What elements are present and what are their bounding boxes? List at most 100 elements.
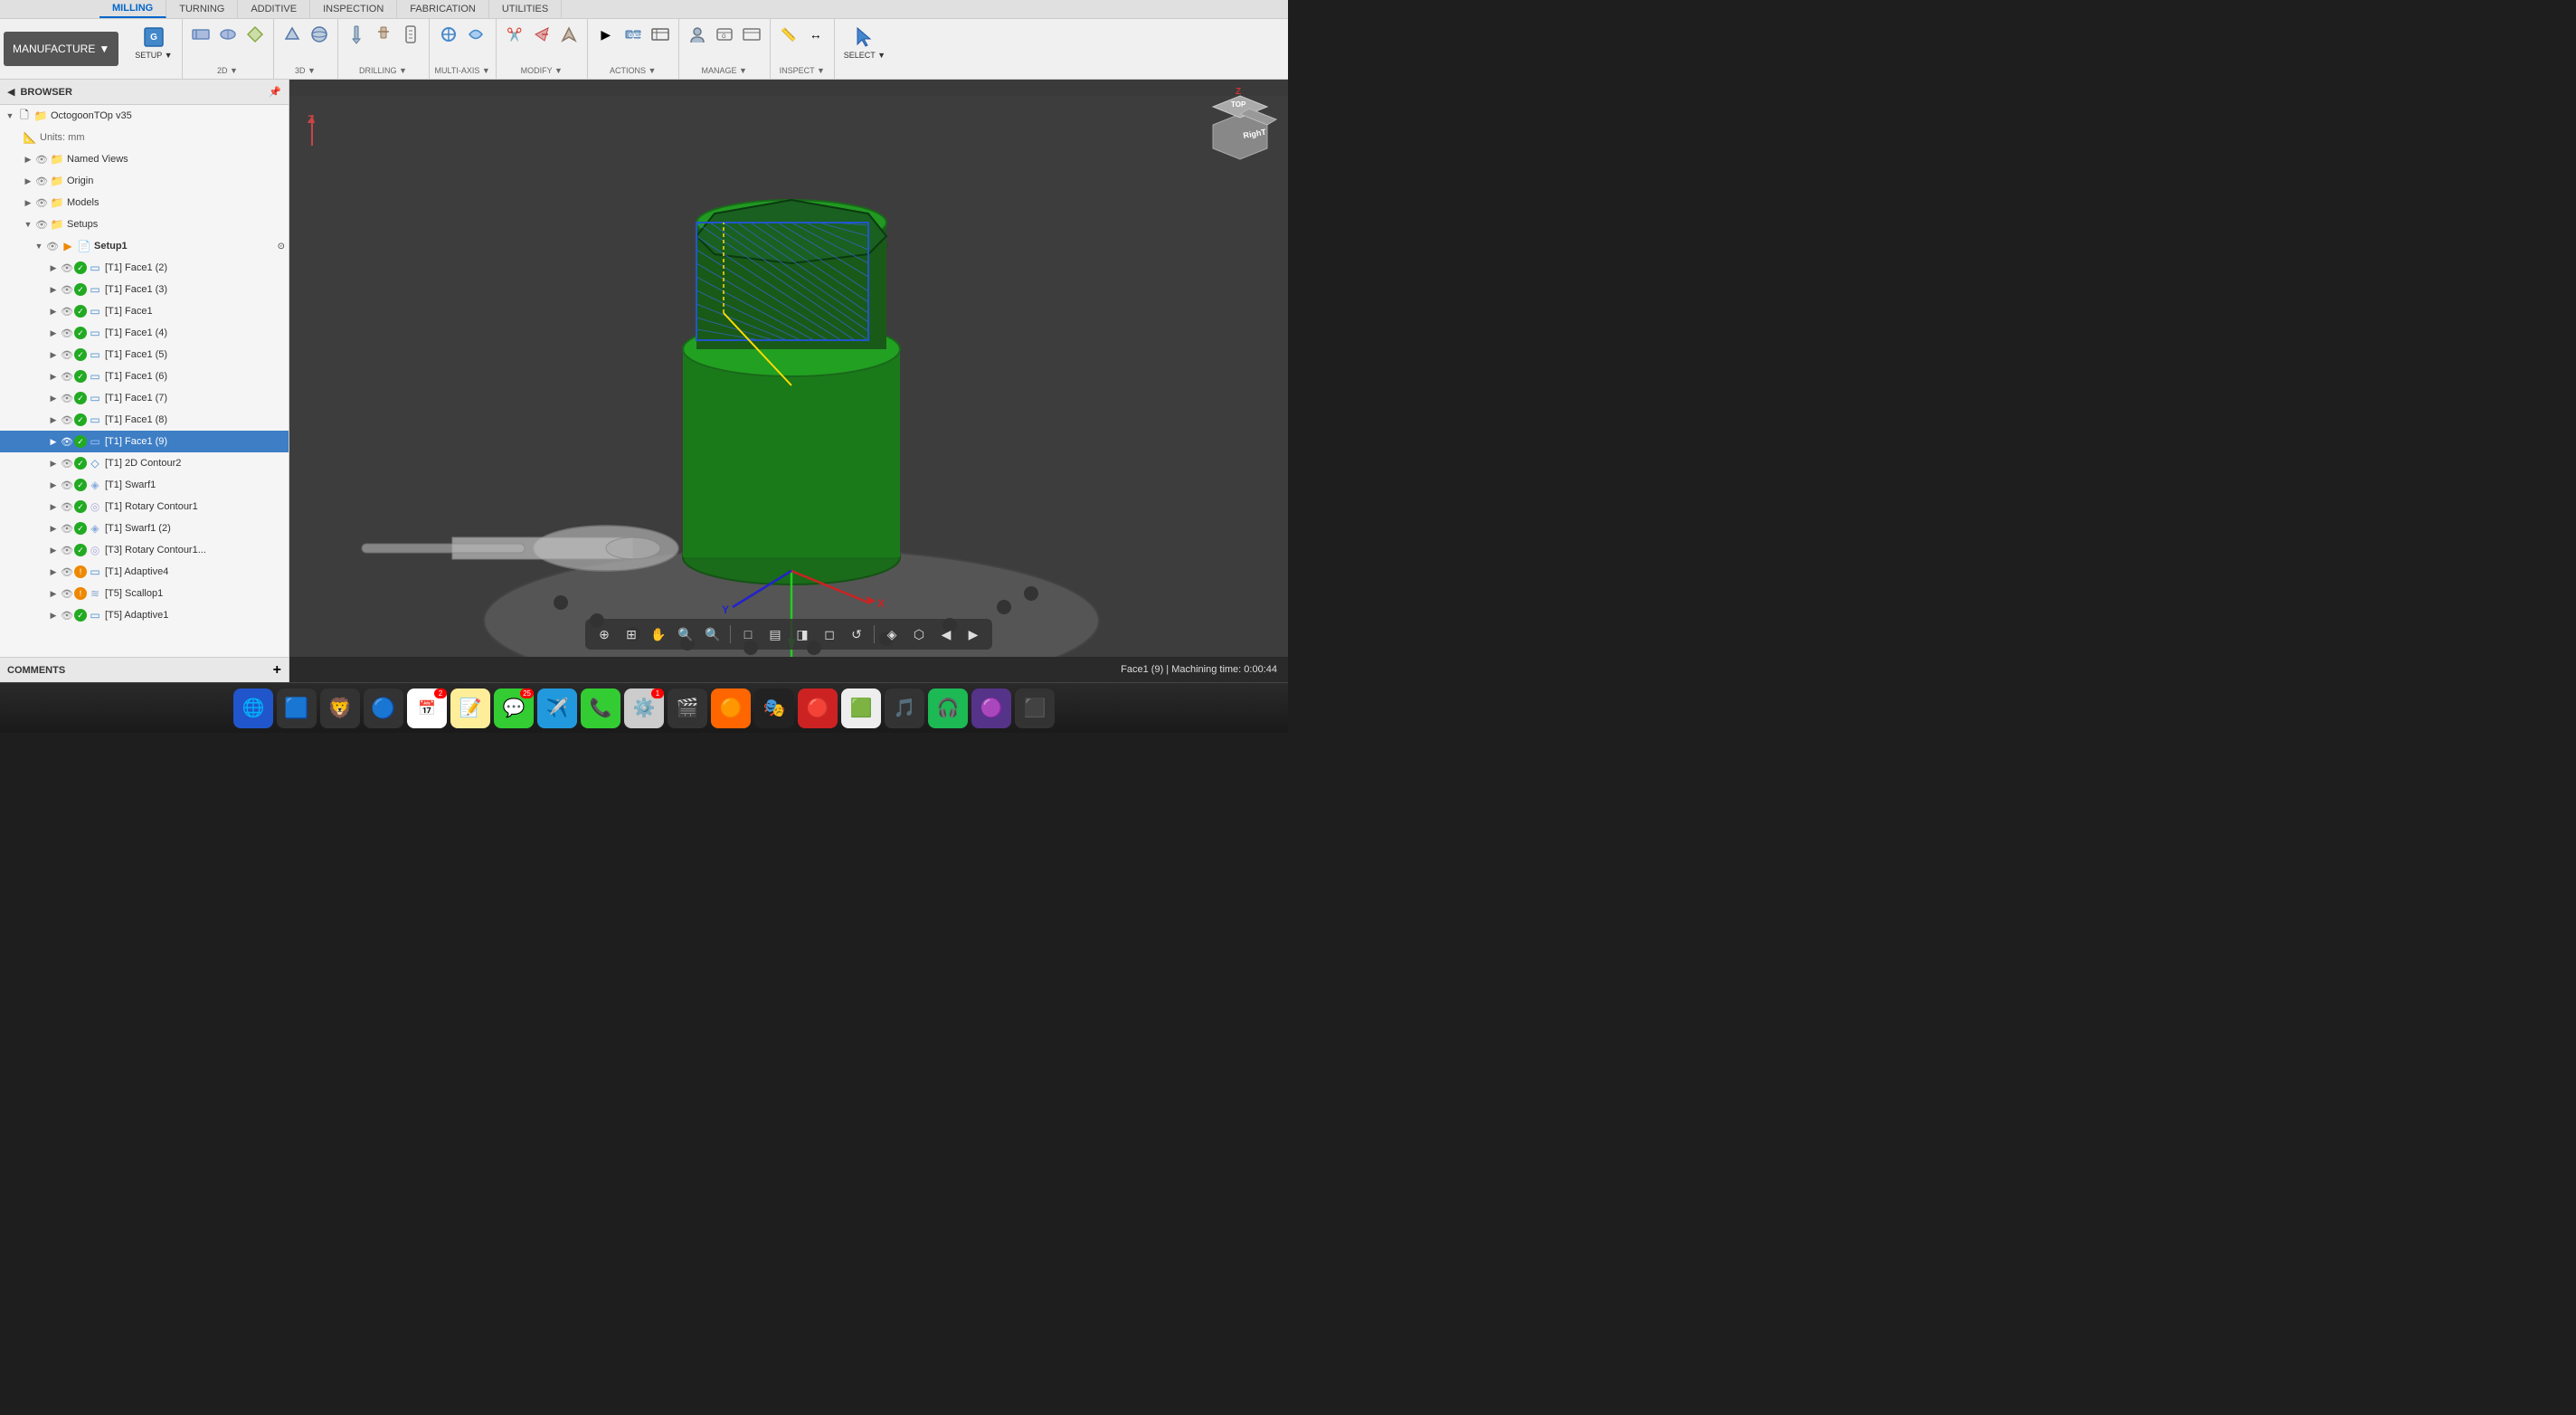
vp-btn-center[interactable]: ⊕ — [592, 622, 616, 646]
op-face1-4-arrow[interactable]: ▶ — [47, 327, 60, 339]
dock-spotify[interactable]: 🎧 — [928, 689, 968, 728]
tree-op-face1-5[interactable]: ▶ 👁 ✓ ▭ [T1] Face1 (5) — [0, 344, 289, 366]
op-face1-9-arrow[interactable]: ▶ — [47, 435, 60, 448]
manufacture-button[interactable]: MANUFACTURE ▼ — [4, 32, 118, 66]
2d-btn3[interactable] — [242, 23, 268, 46]
tree-setup1[interactable]: ▼ 👁 ▶ 📄 Setup1 ⊙ — [0, 235, 289, 257]
op-rotary-contour1-arrow[interactable]: ▶ — [47, 544, 60, 556]
op-face1-5-arrow[interactable]: ▶ — [47, 348, 60, 361]
tree-op-rotary1[interactable]: ▶ 👁 ✓ ◎ [T1] Rotary Contour1 — [0, 496, 289, 518]
dock-calendar[interactable]: 📅 2 — [407, 689, 447, 728]
dock-fusion[interactable]: 🟩 — [841, 689, 881, 728]
dock-notes[interactable]: 📝 — [450, 689, 490, 728]
setup-button[interactable]: G SETUP ▼ — [131, 23, 175, 62]
dock-finder[interactable]: 🌐 — [233, 689, 273, 728]
dock-app4[interactable]: 🟣 — [971, 689, 1011, 728]
vp-btn-shading[interactable]: ◨ — [791, 622, 814, 646]
models-eye[interactable]: 👁 — [34, 195, 49, 210]
setups-arrow[interactable]: ▼ — [22, 218, 34, 231]
vp-btn-prev[interactable]: ◀ — [934, 622, 958, 646]
op-face1-9-eye[interactable]: 👁 — [60, 434, 74, 449]
dock-app2[interactable]: 🟠 — [711, 689, 751, 728]
tab-additive[interactable]: ADDITIVE — [238, 0, 310, 18]
op-swarf1-2-eye[interactable]: 👁 — [60, 521, 74, 536]
drilling-btn3[interactable] — [398, 23, 423, 46]
manage-btn2[interactable]: G — [712, 23, 737, 46]
tree-op-face1-4[interactable]: ▶ 👁 ✓ ▭ [T1] Face1 (4) — [0, 322, 289, 344]
tree-op-face1-8[interactable]: ▶ 👁 ✓ ▭ [T1] Face1 (8) — [0, 409, 289, 431]
vp-btn-display[interactable]: □ — [736, 622, 760, 646]
op-face1-3-eye[interactable]: 👁 — [60, 282, 74, 297]
multiaxis-btn1[interactable] — [436, 23, 461, 46]
actions-btn2[interactable]: G1 G2 — [620, 23, 646, 46]
op-adaptive1-arrow[interactable]: ▶ — [47, 609, 60, 622]
op-scallop1-arrow[interactable]: ▶ — [47, 587, 60, 600]
2d-btn2[interactable] — [215, 23, 241, 46]
sidebar-collapse-icon[interactable]: ◀ — [7, 86, 14, 98]
dock-messages[interactable]: 💬 25 — [494, 689, 534, 728]
dock-music[interactable]: 🎵 — [885, 689, 924, 728]
setup1-eye[interactable]: 👁 — [45, 239, 60, 253]
tree-op-face1-9[interactable]: ▶ 👁 ✓ ▭ [T1] Face1 (9) — [0, 431, 289, 452]
vp-btn-zoom-in[interactable]: 🔍 — [701, 622, 724, 646]
op-rotary1-arrow[interactable]: ▶ — [47, 500, 60, 513]
op-face1-8-eye[interactable]: 👁 — [60, 413, 74, 427]
tab-turning[interactable]: TURNING — [166, 0, 238, 18]
root-arrow[interactable]: ▼ — [4, 109, 16, 122]
op-swarf1-arrow[interactable]: ▶ — [47, 479, 60, 491]
manage-btn3[interactable] — [739, 23, 764, 46]
modify-btn1[interactable]: ✂️ — [502, 23, 527, 46]
drilling-btn1[interactable] — [344, 23, 369, 46]
3d-btn2[interactable] — [307, 23, 332, 46]
actions-btn3[interactable] — [648, 23, 673, 46]
origin-eye[interactable]: 👁 — [34, 174, 49, 188]
op-face1-eye[interactable]: 👁 — [60, 304, 74, 318]
origin-arrow[interactable]: ▶ — [22, 175, 34, 187]
dock-launchpad[interactable]: 🟦 — [277, 689, 317, 728]
tree-op-face1-7[interactable]: ▶ 👁 ✓ ▭ [T1] Face1 (7) — [0, 387, 289, 409]
tree-op-face1[interactable]: ▶ 👁 ✓ ▭ [T1] Face1 — [0, 300, 289, 322]
op-face1-2-eye[interactable]: 👁 — [60, 261, 74, 275]
op-face1-5-eye[interactable]: 👁 — [60, 347, 74, 362]
tab-inspection[interactable]: INSPECTION — [310, 0, 397, 18]
tree-origin[interactable]: ▶ 👁 📁 Origin — [0, 170, 289, 192]
op-face1-7-eye[interactable]: 👁 — [60, 391, 74, 405]
op-face1-7-arrow[interactable]: ▶ — [47, 392, 60, 404]
vp-btn-zoom-out[interactable]: 🔍 — [674, 622, 697, 646]
tree-op-swarf1[interactable]: ▶ 👁 ✓ ◈ [T1] Swarf1 — [0, 474, 289, 496]
op-rotary-contour1-eye[interactable]: 👁 — [60, 543, 74, 557]
tree-op-rotary-contour1[interactable]: ▶ 👁 ✓ ◎ [T3] Rotary Contour1... — [0, 539, 289, 561]
dock-chrome[interactable]: 🔵 — [364, 689, 403, 728]
named-views-eye[interactable]: 👁 — [34, 152, 49, 166]
vp-btn-pan[interactable]: ✋ — [647, 622, 670, 646]
tab-utilities[interactable]: UTILITIES — [489, 0, 562, 18]
tab-milling[interactable]: MILLING — [99, 0, 166, 18]
dock-figma[interactable]: 🎭 — [754, 689, 794, 728]
setups-eye[interactable]: 👁 — [34, 217, 49, 232]
op-face1-4-eye[interactable]: 👁 — [60, 326, 74, 340]
vp-btn-capture[interactable]: ⬡ — [907, 622, 931, 646]
modify-btn3[interactable] — [556, 23, 582, 46]
op-face1-6-eye[interactable]: 👁 — [60, 369, 74, 384]
op-2d-contour-eye[interactable]: 👁 — [60, 456, 74, 470]
actions-btn1[interactable]: ▶ — [593, 23, 619, 46]
inspect-btn2[interactable]: ↔ — [803, 23, 829, 46]
tree-root[interactable]: ▼ 🗋 📁 OctogoonTOp v35 — [0, 105, 289, 127]
dock-app5[interactable]: ⬛ — [1015, 689, 1055, 728]
setup1-arrow[interactable]: ▼ — [33, 240, 45, 252]
tree-named-views[interactable]: ▶ 👁 📁 Named Views — [0, 148, 289, 170]
sidebar-pin-icon[interactable]: 📌 — [269, 86, 281, 98]
vp-btn-next[interactable]: ▶ — [961, 622, 985, 646]
op-adaptive1-eye[interactable]: 👁 — [60, 608, 74, 622]
tree-op-face1-3[interactable]: ▶ 👁 ✓ ▭ [T1] Face1 (3) — [0, 279, 289, 300]
inspect-btn1[interactable]: 📏 — [776, 23, 801, 46]
vp-btn-edge[interactable]: ◻ — [818, 622, 841, 646]
viewport[interactable]: Z X Y Z Z — [289, 80, 1288, 682]
op-face1-6-arrow[interactable]: ▶ — [47, 370, 60, 383]
select-button[interactable]: SELECT ▼ — [840, 23, 889, 62]
tree-op-adaptive1[interactable]: ▶ 👁 ✓ ▭ [T5] Adaptive1 — [0, 604, 289, 626]
tree-op-scallop1[interactable]: ▶ 👁 ! ≋ [T5] Scallop1 — [0, 583, 289, 604]
manage-btn1[interactable] — [685, 23, 710, 46]
dock-app3[interactable]: 🔴 — [798, 689, 838, 728]
vp-btn-grid[interactable]: ⊞ — [620, 622, 643, 646]
